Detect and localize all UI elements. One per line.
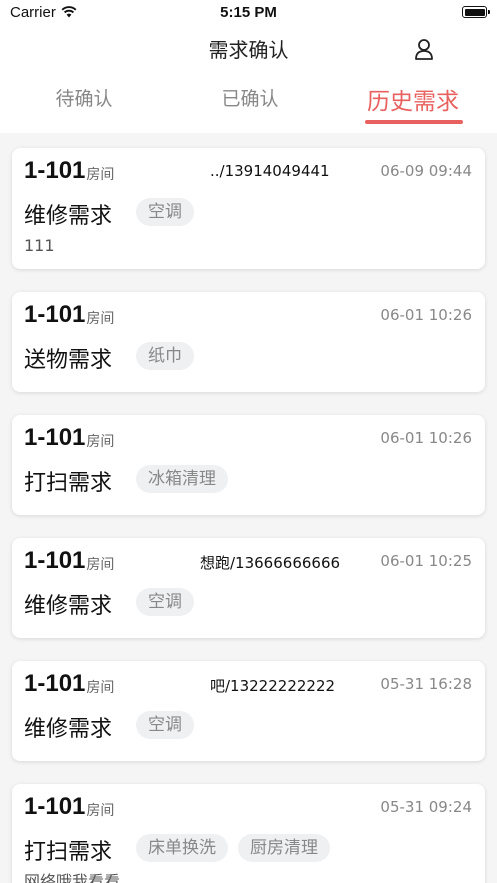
request-card[interactable]: 1-101 房间 06-01 10:26 打扫需求 冰箱清理 [12, 415, 485, 515]
tag-list: 空调 [136, 198, 194, 226]
tag-list: 空调 [136, 711, 194, 739]
room-unit: 房间 [86, 311, 115, 327]
tag: 空调 [136, 198, 194, 226]
request-time: 05-31 16:28 [380, 675, 472, 693]
request-time: 06-01 10:25 [380, 552, 472, 570]
request-note: 网络哦我看看 [24, 872, 121, 883]
request-card[interactable]: 1-101 房间 05-31 09:24 打扫需求 床单换洗 厨房清理 网络哦我… [12, 784, 485, 883]
request-card[interactable]: 1-101 房间 ../13914049441 06-09 09:44 维修需求… [12, 148, 485, 269]
tag: 空调 [136, 711, 194, 739]
tag-list: 冰箱清理 [136, 465, 228, 493]
tag: 床单换洗 [136, 834, 228, 862]
contact-info: 想跑/13666666666 [200, 554, 341, 572]
tag-list: 空调 [136, 588, 194, 616]
room-label: 1-101 房间 [24, 548, 114, 574]
header-area: Carrier 5:15 PM 需求确认 待确认 已确认 历史需求 [0, 0, 497, 133]
request-time: 06-01 10:26 [380, 429, 472, 447]
request-time: 06-01 10:26 [380, 306, 472, 324]
tag: 厨房清理 [238, 834, 330, 862]
request-type: 维修需求 [24, 717, 113, 742]
status-bar: Carrier 5:15 PM [0, 0, 497, 26]
request-time: 05-31 09:24 [380, 798, 472, 816]
request-card[interactable]: 1-101 房间 06-01 10:26 送物需求 纸巾 [12, 292, 485, 392]
tag-list: 纸巾 [136, 342, 194, 370]
clock-label: 5:15 PM [220, 4, 277, 21]
request-type: 打扫需求 [24, 840, 113, 865]
request-type: 打扫需求 [24, 471, 113, 496]
room-label: 1-101 房间 [24, 425, 114, 451]
request-time: 06-09 09:44 [380, 162, 472, 180]
room-label: 1-101 房间 [24, 158, 114, 184]
room-label: 1-101 房间 [24, 671, 114, 697]
user-profile-icon[interactable] [414, 38, 434, 60]
tag-list: 床单换洗 厨房清理 [136, 834, 330, 862]
room-unit: 房间 [86, 803, 115, 819]
room-number: 1-101 [24, 793, 86, 820]
tag: 冰箱清理 [136, 465, 228, 493]
tab-confirmed[interactable]: 已确认 [180, 84, 320, 111]
room-unit: 房间 [86, 167, 115, 183]
request-card[interactable]: 1-101 房间 吧/13222222222 05-31 16:28 维修需求 … [12, 661, 485, 761]
request-type: 维修需求 [24, 204, 113, 229]
request-note: 111 [24, 236, 55, 255]
room-unit: 房间 [86, 680, 115, 696]
room-number: 1-101 [24, 670, 86, 697]
room-label: 1-101 房间 [24, 794, 114, 820]
room-number: 1-101 [24, 157, 86, 184]
room-number: 1-101 [24, 301, 86, 328]
contact-info: 吧/13222222222 [210, 677, 336, 695]
room-number: 1-101 [24, 424, 86, 451]
request-type: 维修需求 [24, 594, 113, 619]
room-unit: 房间 [86, 557, 115, 573]
tab-bar: 待确认 已确认 历史需求 [0, 80, 497, 130]
contact-info: ../13914049441 [210, 162, 330, 180]
request-type: 送物需求 [24, 348, 113, 373]
room-number: 1-101 [24, 547, 86, 574]
tab-pending[interactable]: 待确认 [14, 84, 154, 111]
tag: 纸巾 [136, 342, 194, 370]
battery-icon [462, 6, 490, 18]
tab-history[interactable]: 历史需求 [343, 82, 483, 116]
tag: 空调 [136, 588, 194, 616]
room-label: 1-101 房间 [24, 302, 114, 328]
request-card[interactable]: 1-101 房间 想跑/13666666666 06-01 10:25 维修需求… [12, 538, 485, 638]
active-tab-indicator [365, 120, 463, 124]
room-unit: 房间 [86, 434, 115, 450]
